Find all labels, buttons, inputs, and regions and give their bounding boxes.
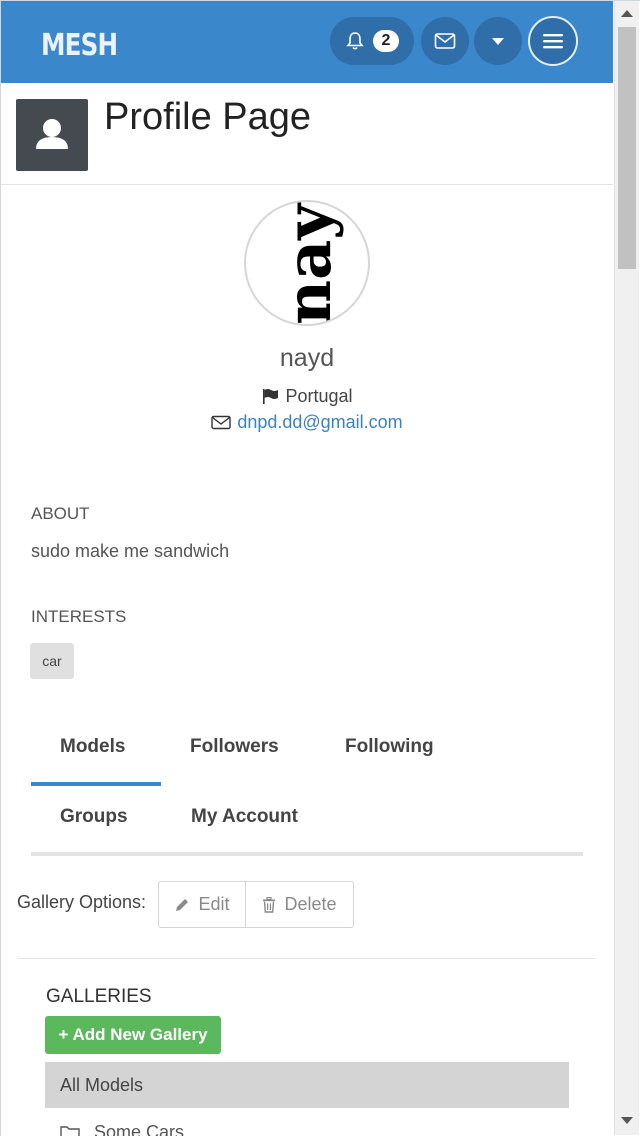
delete-gallery-button[interactable]: Delete	[246, 882, 353, 927]
pencil-icon	[174, 897, 190, 913]
tab-groups[interactable]: Groups	[60, 806, 128, 828]
messages-button[interactable]	[421, 17, 469, 65]
notifications-button[interactable]: 2	[330, 17, 414, 65]
about-text: sudo make me sandwich	[31, 541, 230, 561]
edit-gallery-button[interactable]: Edit	[159, 882, 246, 927]
scrollbar-thumb[interactable]	[618, 27, 636, 269]
envelope-icon	[211, 415, 232, 430]
tab-models[interactable]: Models	[60, 736, 125, 758]
gallery-list-item[interactable]: Some Cars	[60, 1122, 184, 1136]
delete-label: Delete	[284, 894, 337, 914]
vertical-scrollbar[interactable]	[614, 1, 639, 1135]
interest-tag[interactable]: car	[30, 643, 74, 679]
add-new-gallery-button[interactable]: + Add New Gallery	[45, 1016, 221, 1054]
scroll-down-arrow-icon[interactable]	[621, 1117, 633, 1124]
caret-down-icon	[491, 36, 505, 46]
profile-username: nayd	[279, 344, 335, 372]
flag-icon	[261, 388, 281, 404]
tab-following[interactable]: Following	[345, 736, 434, 758]
top-navbar: MESH 2	[1, 1, 613, 83]
brand-logo[interactable]: MESH	[41, 28, 118, 63]
section-divider	[17, 958, 597, 959]
scroll-up-arrow-icon[interactable]	[621, 10, 633, 17]
tab-my-account[interactable]: My Account	[191, 806, 298, 828]
tab-followers[interactable]: Followers	[190, 736, 279, 758]
page-title: Profile Page	[104, 96, 312, 138]
gallery-list-item-all-models[interactable]: All Models	[45, 1062, 569, 1108]
user-avatar	[16, 99, 88, 171]
notification-count-badge: 2	[373, 30, 399, 52]
gallery-options-label: Gallery Options:	[17, 892, 147, 912]
gallery-options-button-group: Edit Delete	[158, 881, 354, 928]
trash-icon	[262, 896, 276, 913]
hamburger-menu-icon	[542, 32, 564, 50]
tabs-divider	[31, 852, 583, 856]
user-icon	[36, 119, 68, 149]
edit-label: Edit	[198, 894, 230, 914]
profile-picture[interactable]: nay	[244, 200, 370, 326]
main-menu-button[interactable]	[528, 16, 578, 66]
country-name: Portugal	[285, 386, 353, 406]
envelope-icon	[434, 32, 456, 50]
folder-icon	[60, 1125, 80, 1136]
gallery-item-label: Some Cars	[94, 1122, 185, 1136]
gallery-item-label: All Models	[60, 1074, 144, 1095]
profile-country: Portugal	[0, 386, 614, 407]
active-tab-indicator	[31, 782, 161, 786]
user-dropdown-button[interactable]	[474, 17, 522, 65]
bell-icon	[345, 31, 365, 51]
about-label: ABOUT	[31, 504, 90, 523]
email-link[interactable]: dnpd.dd@gmail.com	[237, 412, 402, 432]
interests-label: INTERESTS	[31, 607, 127, 626]
profile-picture-lettering: nay	[272, 203, 345, 325]
galleries-label: GALLERIES	[46, 986, 152, 1007]
profile-email[interactable]: dnpd.dd@gmail.com	[0, 412, 614, 433]
